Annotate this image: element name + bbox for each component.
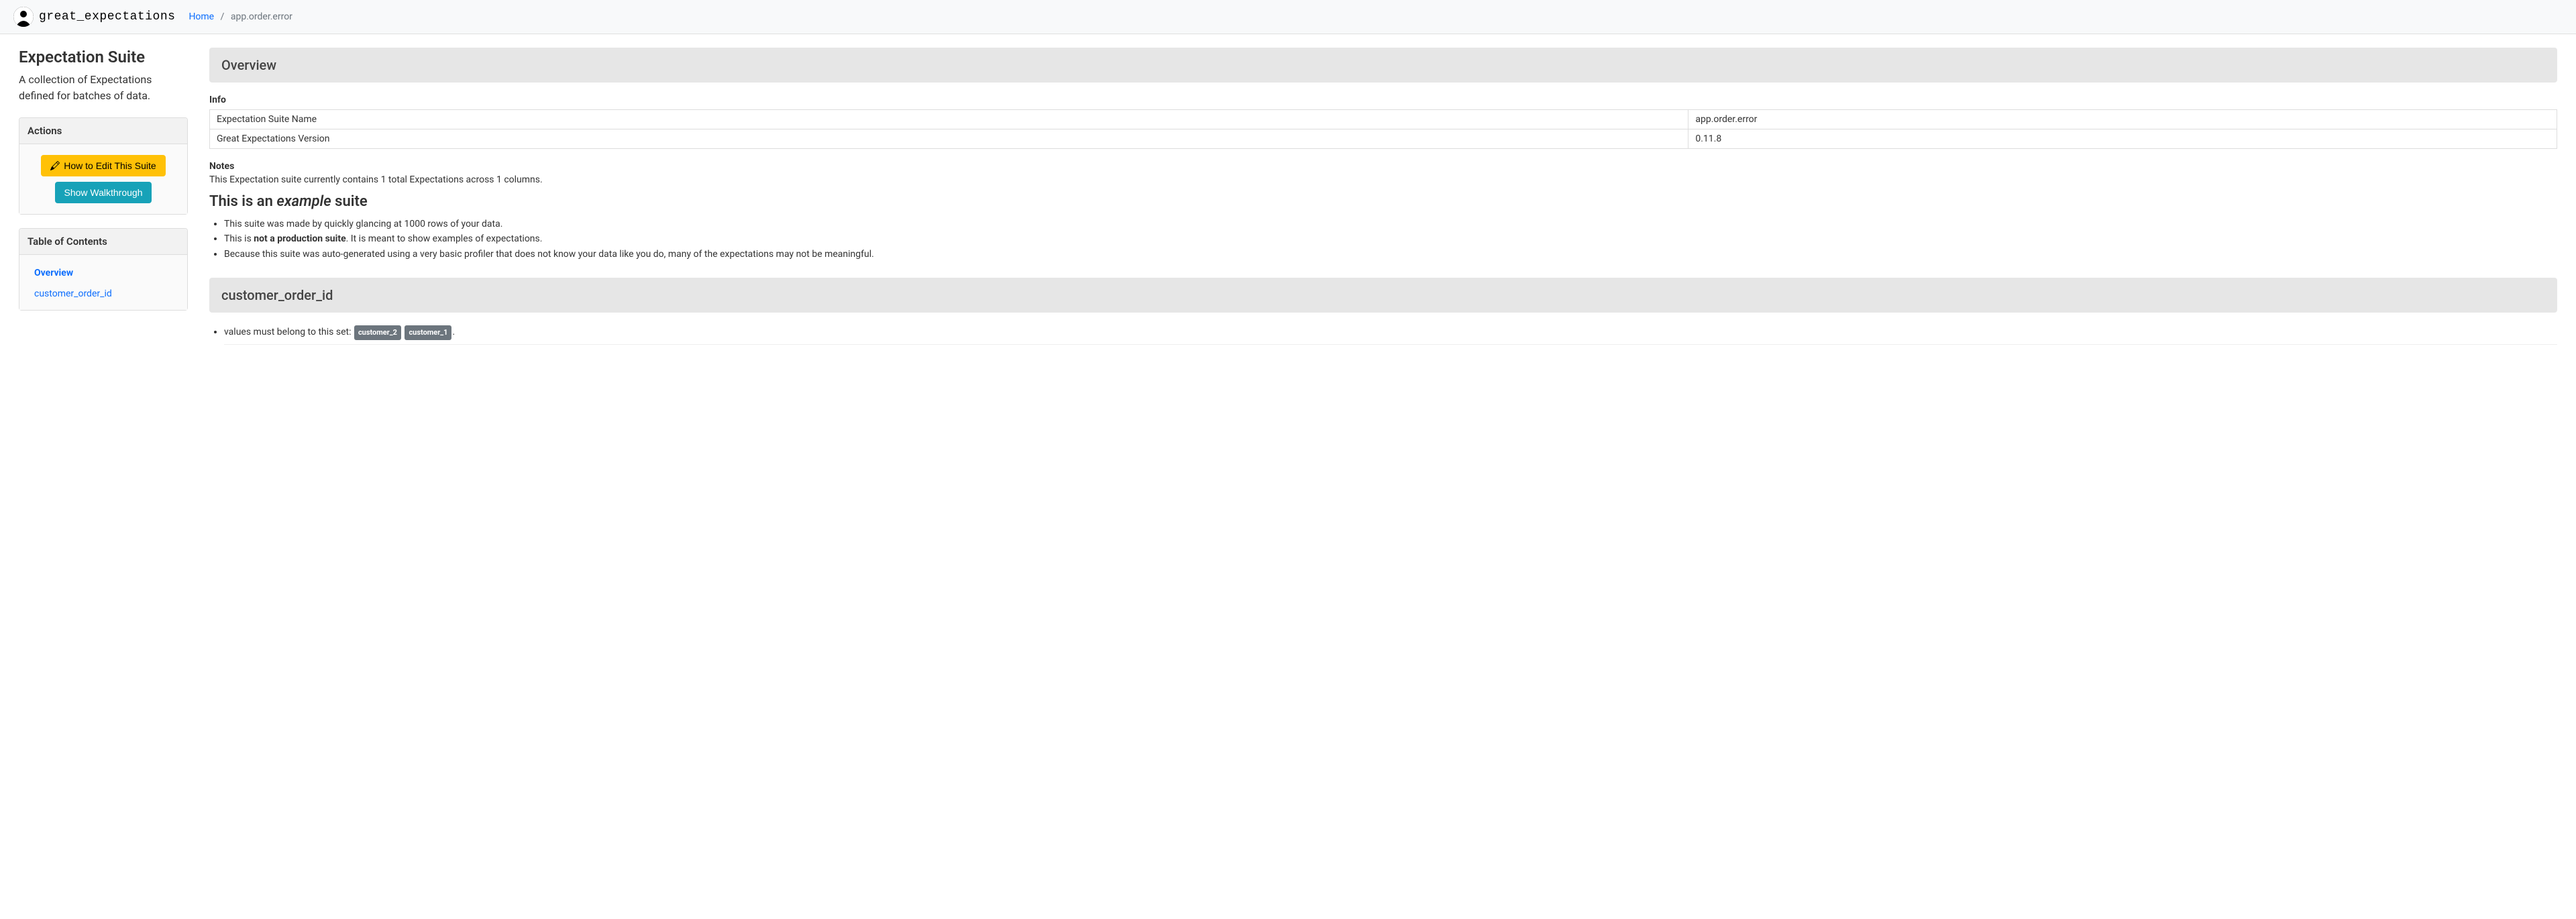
info-value: 0.11.8 (1688, 129, 2557, 149)
value-badge: customer_2 (354, 325, 401, 340)
walkthrough-button[interactable]: Show Walkthrough (55, 182, 152, 203)
toc-list: Overview customer_order_id (19, 262, 187, 303)
walkthrough-button-label: Show Walkthrough (64, 187, 143, 198)
info-label: Info (209, 95, 2557, 105)
breadcrumb-home[interactable]: Home (189, 11, 214, 22)
table-row: Great Expectations Version 0.11.8 (210, 129, 2557, 149)
overview-header: Overview (209, 48, 2557, 83)
toc-link-column[interactable]: customer_order_id (34, 288, 112, 299)
notes-text: This Expectation suite currently contain… (209, 174, 2557, 185)
logo-text: great_expectations (39, 10, 175, 23)
list-item: Because this suite was auto-generated us… (224, 247, 2557, 262)
actions-header: Actions (19, 118, 187, 144)
info-key: Expectation Suite Name (210, 110, 1688, 129)
list-item: values must belong to this set: customer… (224, 325, 2557, 345)
toc-item-column[interactable]: customer_order_id (19, 282, 187, 303)
actions-panel: Actions How to Edit This Suite Show Walk… (19, 117, 188, 215)
page-subtitle: A collection of Expectations defined for… (19, 72, 188, 104)
topbar: great_expectations Home / app.order.erro… (0, 0, 2576, 34)
breadcrumb: Home / app.order.error (189, 11, 292, 22)
list-item: This is not a production suite. It is me… (224, 231, 2557, 246)
table-row: Expectation Suite Name app.order.error (210, 110, 2557, 129)
expectation-list: values must belong to this set: customer… (209, 325, 2557, 345)
expectation-text: values must belong to this set: (224, 327, 354, 337)
edit-button-label: How to Edit This Suite (64, 160, 156, 171)
breadcrumb-separator: / (221, 11, 225, 22)
logo-icon (13, 7, 34, 27)
notes-label: Notes (209, 161, 2557, 172)
edit-icon (50, 161, 60, 170)
toc-panel: Table of Contents Overview customer_orde… (19, 228, 188, 311)
info-key: Great Expectations Version (210, 129, 1688, 149)
main-content: Overview Info Expectation Suite Name app… (209, 48, 2557, 345)
breadcrumb-current: app.order.error (231, 11, 292, 22)
example-heading: This is an example suite (209, 193, 2557, 210)
sidebar: Expectation Suite A collection of Expect… (19, 48, 188, 345)
toc-link-overview[interactable]: Overview (34, 268, 73, 278)
page-title: Expectation Suite (19, 48, 188, 66)
value-badge: customer_1 (405, 325, 451, 340)
edit-suite-button[interactable]: How to Edit This Suite (41, 155, 165, 176)
info-value: app.order.error (1688, 110, 2557, 129)
logo[interactable]: great_expectations (13, 7, 175, 27)
column-section-header: customer_order_id (209, 278, 2557, 313)
example-bullets: This suite was made by quickly glancing … (209, 217, 2557, 262)
toc-item-overview[interactable]: Overview (19, 262, 187, 282)
list-item: This suite was made by quickly glancing … (224, 217, 2557, 231)
toc-header: Table of Contents (19, 229, 187, 255)
info-table: Expectation Suite Name app.order.error G… (209, 109, 2557, 149)
